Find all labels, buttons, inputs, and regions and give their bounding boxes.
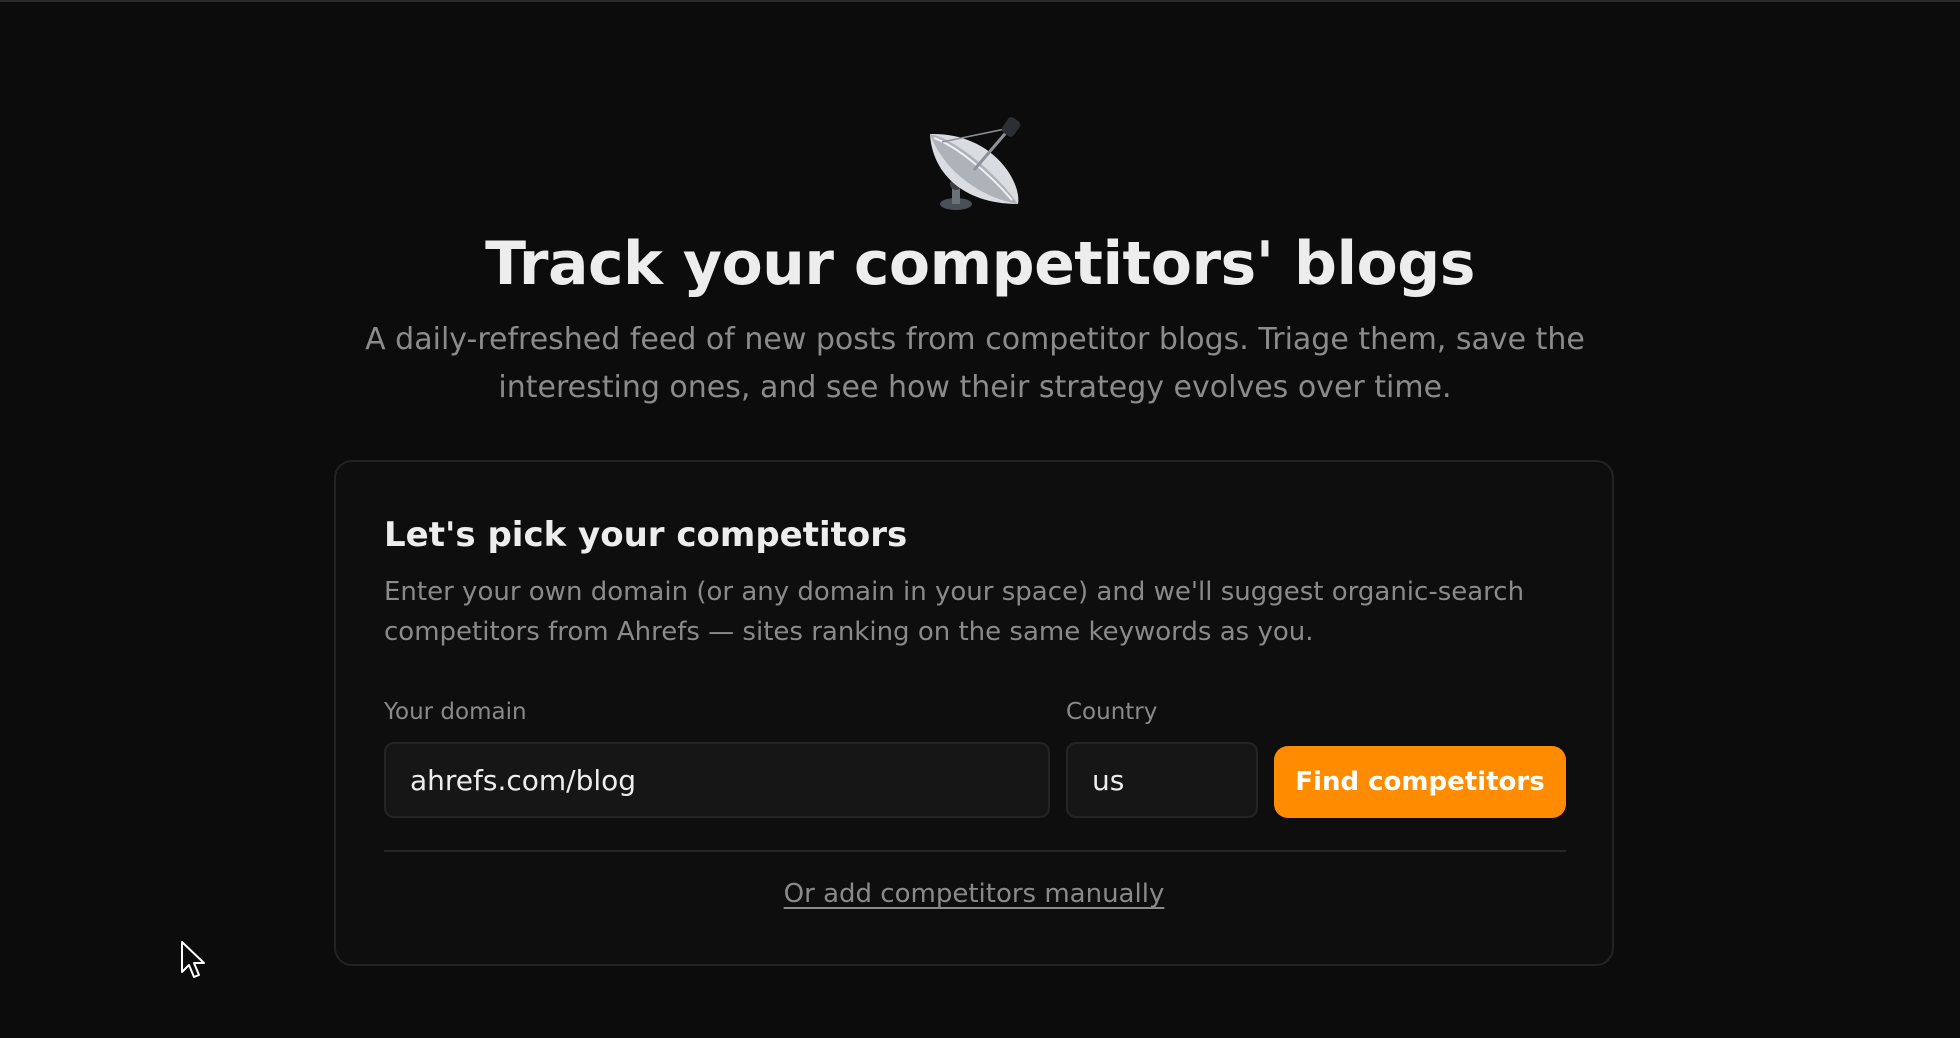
mouse-cursor-icon [181, 941, 205, 978]
page-title: Track your competitors' blogs [485, 229, 1475, 299]
add-manually-link[interactable]: Or add competitors manually [784, 879, 1165, 909]
divider [384, 850, 1566, 852]
card-title: Let's pick your competitors [384, 515, 908, 555]
card-description: Enter your own domain (or any domain in … [384, 577, 1525, 647]
country-label: Country [1066, 699, 1158, 725]
find-competitors-button[interactable]: Find competitors [1274, 746, 1566, 818]
satellite-dish-icon [930, 117, 1021, 210]
page: Track your competitors' blogs A daily-re… [0, 0, 1960, 1038]
manual-link-container: Or add competitors manually [336, 876, 1612, 912]
domain-input[interactable] [384, 742, 1050, 818]
competitor-picker-card: Let's pick your competitors Enter your o… [334, 460, 1614, 966]
country-input[interactable] [1066, 742, 1258, 818]
page-subtitle: A daily-refreshed feed of new posts from… [365, 322, 1585, 405]
domain-label: Your domain [384, 699, 527, 725]
